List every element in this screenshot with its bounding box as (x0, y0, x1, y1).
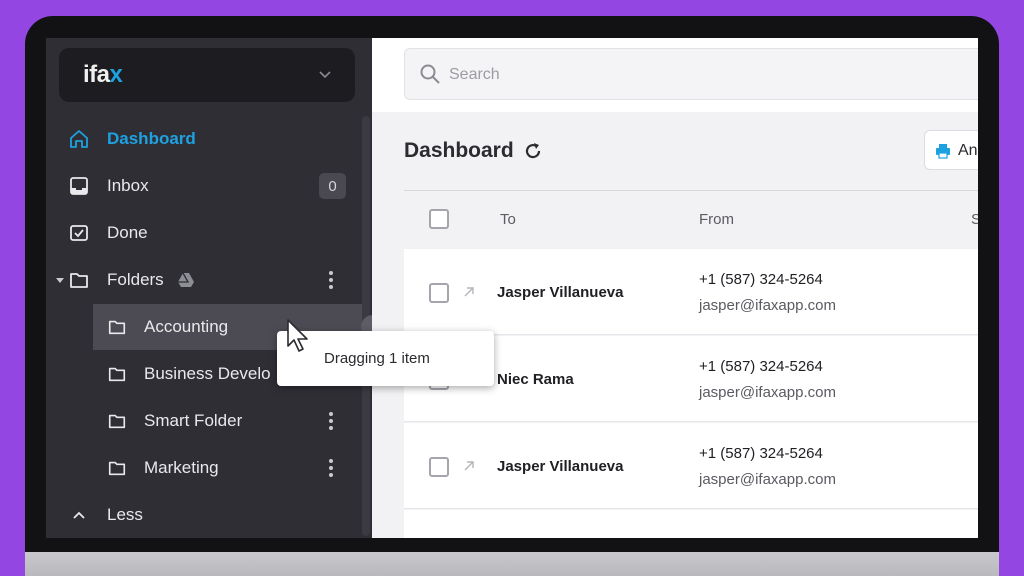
sidebar-item-label: Less (107, 505, 143, 524)
done-icon (70, 225, 88, 241)
sender-email: jasper@ifaxapp.com (699, 297, 836, 314)
folder-icon (108, 461, 126, 476)
search-input[interactable]: Search (404, 48, 978, 100)
folder-item-marketing[interactable]: Marketing (46, 445, 362, 491)
action-button-label: An (958, 142, 978, 159)
column-header-partial[interactable]: S (971, 211, 978, 228)
page-title: Dashboard (404, 139, 514, 162)
folder-item-label: Accounting (144, 317, 229, 336)
action-button[interactable]: An (924, 130, 978, 170)
row-checkbox[interactable] (429, 457, 449, 477)
sidebar-item-label: Done (107, 223, 148, 242)
app-screen: ifax Dashboard Inbox 0 Done Folders Acco (46, 38, 978, 538)
sidebar-item-folders[interactable]: Folders (46, 258, 362, 302)
row-checkbox[interactable] (429, 283, 449, 303)
sidebar-item-label: Dashboard (107, 129, 196, 148)
search-icon (420, 64, 440, 84)
chevron-up-icon (73, 511, 85, 519)
folder-icon (108, 414, 126, 429)
sidebar-item-inbox[interactable]: Inbox 0 (46, 164, 362, 208)
sender-phone: +1 (587) 324-5264 (699, 271, 823, 288)
folder-icon (108, 367, 126, 382)
sidebar-item-done[interactable]: Done (46, 211, 362, 255)
sidebar-item-dashboard[interactable]: Dashboard (46, 117, 362, 161)
table-row[interactable] (404, 510, 978, 538)
sidebar-item-label: Folders (107, 270, 164, 289)
recipient-name: Niec Rama (497, 371, 574, 388)
brand-switcher[interactable]: ifax (59, 48, 355, 102)
table-row[interactable]: Jasper Villanueva +1 (587) 324-5264 jasp… (404, 249, 978, 335)
table-row[interactable]: Jasper Villanueva +1 (587) 324-5264 jasp… (404, 423, 978, 509)
folders-more-icon[interactable] (323, 269, 339, 291)
folder-icon (108, 320, 126, 335)
outgoing-arrow-icon (464, 461, 474, 471)
column-header-from[interactable]: From (699, 211, 734, 228)
search-placeholder: Search (449, 66, 500, 83)
sender-email: jasper@ifaxapp.com (699, 471, 836, 488)
folder-item-label: Business Develo (144, 364, 271, 383)
top-bar: Search (372, 38, 978, 112)
marketing-more-icon[interactable] (323, 457, 339, 479)
refresh-icon[interactable] (522, 140, 544, 162)
caret-down-icon[interactable] (54, 274, 66, 286)
folder-item-label: Marketing (144, 458, 219, 477)
folder-item-smart-folder[interactable]: Smart Folder (46, 398, 362, 444)
chevron-down-icon (319, 71, 331, 79)
inbox-count-badge: 0 (319, 173, 346, 199)
sender-phone: +1 (587) 324-5264 (699, 358, 823, 375)
sender-email: jasper@ifaxapp.com (699, 384, 836, 401)
dashboard-content: Dashboard An To From S Jasper Villanueva… (404, 112, 978, 538)
column-header-to[interactable]: To (500, 211, 516, 228)
main-panel: Search Dashboard An To From S Jasper Vil… (372, 38, 978, 538)
outgoing-arrow-icon (464, 287, 474, 297)
header-divider (404, 190, 978, 191)
brand-logo: ifax (83, 61, 123, 88)
inbox-icon (70, 177, 88, 195)
select-all-checkbox[interactable] (429, 209, 449, 229)
folder-item-label: Smart Folder (144, 411, 243, 430)
drive-icon (178, 272, 194, 287)
sidebar-item-label: Inbox (107, 176, 149, 195)
printer-icon (936, 144, 950, 159)
sender-phone: +1 (587) 324-5264 (699, 445, 823, 462)
recipient-name: Jasper Villanueva (497, 458, 624, 475)
laptop-base (25, 552, 999, 576)
recipient-name: Jasper Villanueva (497, 284, 624, 301)
cursor-icon (287, 319, 308, 352)
home-icon (70, 130, 88, 148)
smart-folder-more-icon[interactable] (323, 410, 339, 432)
folder-icon (70, 273, 88, 288)
sidebar-item-less[interactable]: Less (46, 493, 362, 537)
sidebar: ifax Dashboard Inbox 0 Done Folders Acco (46, 38, 385, 538)
